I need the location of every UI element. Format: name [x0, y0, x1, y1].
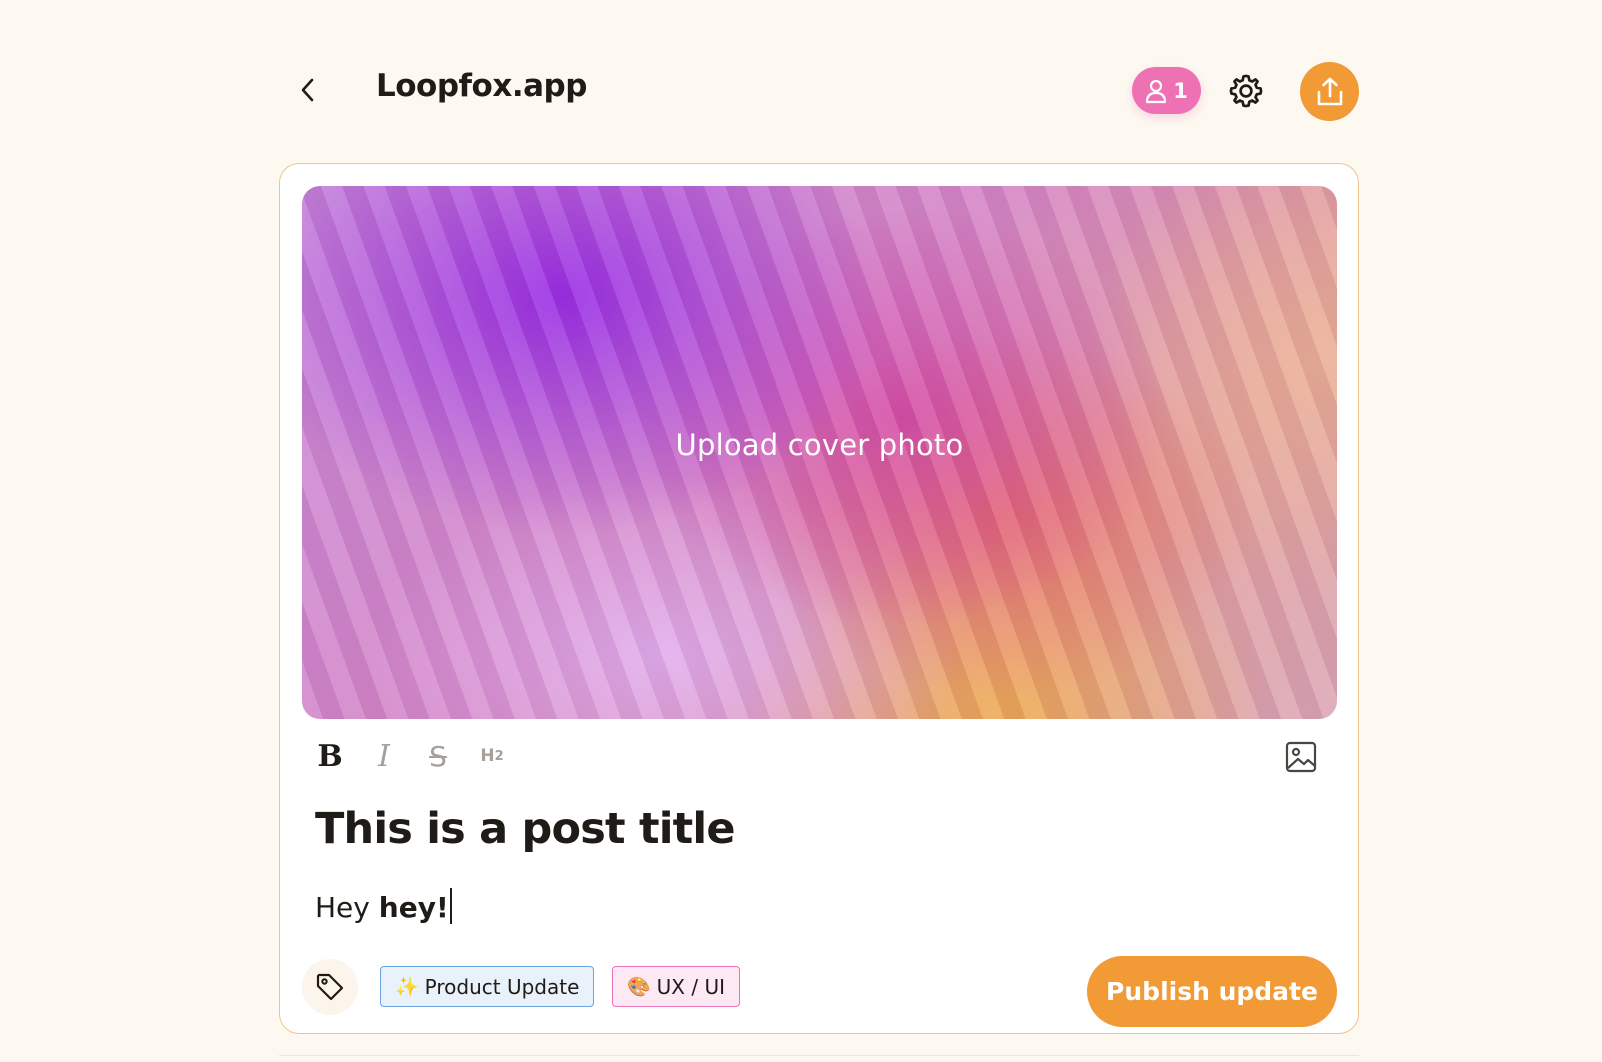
sparkles-icon: ✨ [395, 976, 419, 998]
image-icon [1285, 741, 1317, 773]
body-text: Hey [315, 891, 379, 924]
post-editor-card: Upload cover photo B I S H2 This is a po… [279, 163, 1359, 1034]
share-button[interactable] [1300, 62, 1359, 121]
post-body-editor[interactable]: Hey hey! [315, 888, 1295, 924]
collaborator-count: 1 [1173, 78, 1188, 103]
post-title-input[interactable]: This is a post title [315, 804, 1295, 854]
palette-icon: 🎨 [627, 976, 651, 998]
chevron-left-icon [301, 78, 314, 102]
tag-chip-label: Product Update [424, 974, 580, 999]
italic-button[interactable]: I [366, 738, 402, 774]
body-bold-text: hey! [378, 891, 449, 924]
page-title: Loopfox.app [376, 68, 587, 104]
tag-chip-product-update[interactable]: ✨ Product Update [380, 966, 595, 1007]
share-upload-icon [1317, 77, 1342, 105]
bold-button[interactable]: B [312, 738, 348, 774]
back-button[interactable] [290, 72, 326, 108]
post-footer: ✨ Product Update 🎨 UX / UI Publish updat… [302, 956, 1337, 1027]
tag-chip-label: UX / UI [656, 974, 726, 999]
tag-chip-ux-ui[interactable]: 🎨 UX / UI [612, 966, 741, 1007]
heading-level: 2 [494, 748, 504, 764]
divider [279, 1055, 1359, 1056]
publish-update-button[interactable]: Publish update [1087, 956, 1337, 1027]
collaborators-button[interactable]: 1 [1132, 67, 1201, 114]
settings-button[interactable] [1225, 70, 1267, 112]
insert-image-button[interactable] [1283, 739, 1319, 775]
top-bar: Loopfox.app 1 [0, 0, 1602, 180]
user-icon [1146, 79, 1167, 103]
strikethrough-button[interactable]: S [420, 738, 456, 774]
gear-icon [1229, 74, 1263, 108]
formatting-toolbar: B I S H2 [312, 736, 510, 776]
tag-icon [316, 973, 344, 1001]
cover-upload-label: Upload cover photo [675, 428, 964, 462]
text-caret [449, 888, 452, 924]
add-tag-button[interactable] [302, 959, 358, 1015]
cover-photo-upload[interactable]: Upload cover photo [302, 186, 1337, 719]
heading-button-label: H [480, 746, 495, 766]
heading-button[interactable]: H2 [474, 738, 510, 774]
